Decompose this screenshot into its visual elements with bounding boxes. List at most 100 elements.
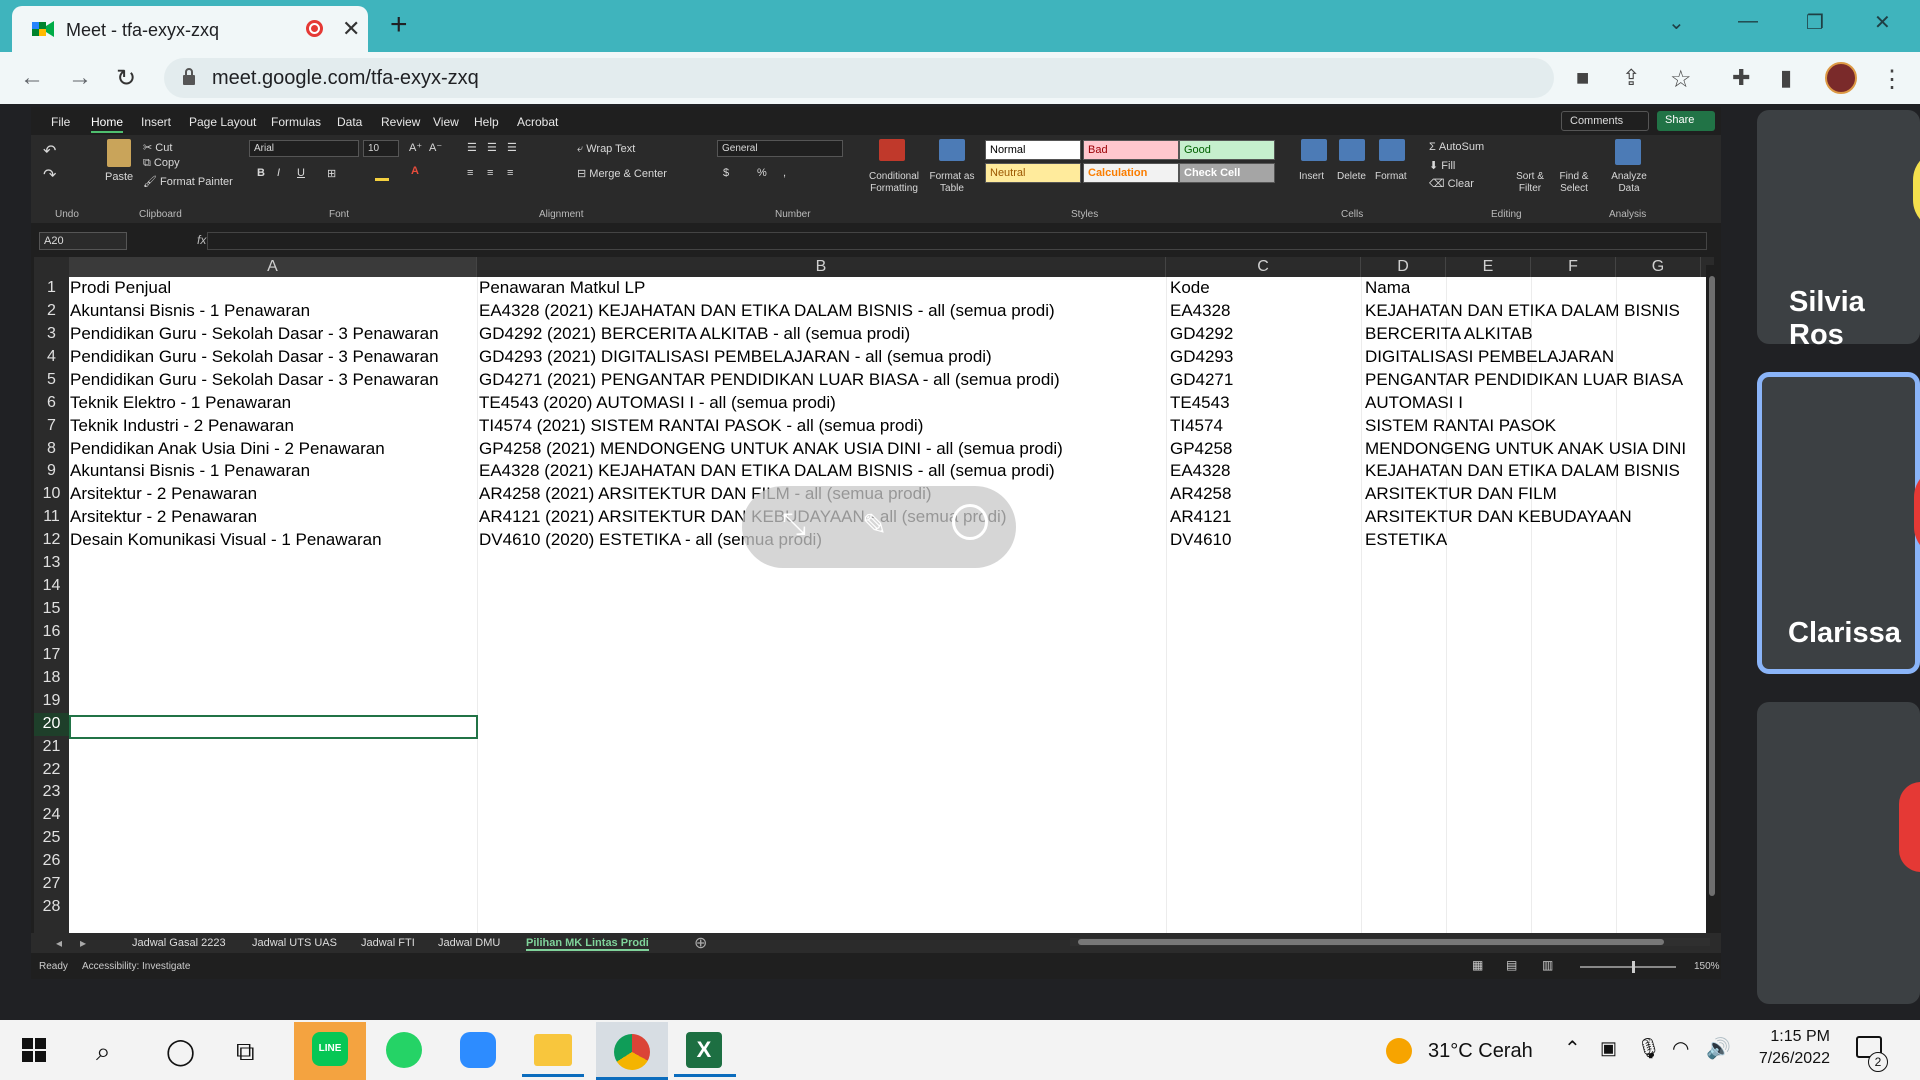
stop-sharing-icon[interactable] xyxy=(952,504,988,540)
extensions-icon[interactable]: ✚ xyxy=(1732,65,1750,91)
sheet-tab-jadwal-uts-uas[interactable]: Jadwal UTS UAS xyxy=(252,937,337,949)
row-header[interactable]: 11 xyxy=(34,506,69,529)
percent-icon[interactable]: % xyxy=(757,167,767,179)
vertical-scrollbar-thumb[interactable] xyxy=(1709,276,1715,896)
accessibility-status[interactable]: Accessibility: Investigate xyxy=(82,961,190,972)
chrome-taskbar-button[interactable] xyxy=(596,1022,668,1080)
decrease-font-icon[interactable]: A⁻ xyxy=(429,141,442,154)
screen-share-overlay[interactable]: ⤡ ✎ xyxy=(742,486,1016,568)
reload-icon[interactable]: ↻ xyxy=(116,64,136,93)
redo-icon[interactable]: ↷ xyxy=(43,165,56,185)
tab-close-icon[interactable]: ✕ xyxy=(342,16,360,42)
menu-home[interactable]: Home xyxy=(91,115,124,133)
column-header-g[interactable]: G xyxy=(1616,257,1701,277)
row-header[interactable]: 9 xyxy=(34,460,69,483)
paste-icon[interactable] xyxy=(107,139,131,167)
table-cell[interactable]: GD4292 (2021) BERCERITA ALKITAB - all (s… xyxy=(479,323,910,346)
row-header[interactable]: 10 xyxy=(34,483,69,506)
table-cell[interactable]: PENGANTAR PENDIDIKAN LUAR BIASA xyxy=(1365,369,1683,392)
zoom-level[interactable]: 150% xyxy=(1694,961,1720,972)
browser-menu-icon[interactable]: ⋮ xyxy=(1880,65,1904,94)
share-button[interactable]: Share xyxy=(1657,111,1715,131)
row-header[interactable]: 26 xyxy=(34,850,69,873)
cortana-icon[interactable]: ◯ xyxy=(166,1036,195,1067)
row-header[interactable]: 2 xyxy=(34,300,69,323)
table-cell[interactable]: GD4293 (2021) DIGITALISASI PEMBELAJARAN … xyxy=(479,346,992,369)
row-header[interactable]: 22 xyxy=(34,759,69,782)
format-cells-button[interactable]: Format xyxy=(1375,171,1407,182)
horizontal-scrollbar-thumb[interactable] xyxy=(1078,939,1664,945)
menu-review[interactable]: Review xyxy=(381,115,420,129)
menu-page-layout[interactable]: Page Layout xyxy=(189,115,256,129)
analyze-data-button[interactable]: Analyze Data xyxy=(1609,171,1649,195)
style-bad[interactable]: Bad xyxy=(1083,140,1179,160)
name-box[interactable]: A20 xyxy=(39,232,127,250)
tab-search-chevron-down-icon[interactable]: ⌄ xyxy=(1668,10,1685,35)
clear-button[interactable]: ⌫ Clear xyxy=(1429,177,1474,190)
line-app-icon[interactable]: LINE xyxy=(294,1022,366,1080)
table-cell[interactable]: AUTOMASI I xyxy=(1365,392,1463,415)
profile-avatar[interactable] xyxy=(1825,62,1857,94)
minimize-button[interactable]: — xyxy=(1738,10,1758,33)
windows-start-icon[interactable] xyxy=(22,1038,46,1062)
volume-icon[interactable]: 🔊 xyxy=(1706,1036,1731,1061)
number-format-dropdown[interactable]: General xyxy=(717,140,843,157)
comma-icon[interactable]: , xyxy=(783,167,786,179)
style-calculation[interactable]: Calculation xyxy=(1083,163,1179,183)
column-header-e[interactable]: E xyxy=(1446,257,1531,277)
borders-icon[interactable]: ⊞ xyxy=(327,167,336,180)
header-cell[interactable]: Kode xyxy=(1170,277,1210,300)
back-arrow-icon[interactable]: ← xyxy=(20,64,44,92)
table-cell[interactable]: Akuntansi Bisnis - 1 Penawaran xyxy=(70,460,310,483)
table-cell[interactable]: MENDONGENG UNTUK ANAK USIA DINI xyxy=(1365,438,1686,461)
format-as-table-button[interactable]: Format as Table xyxy=(927,171,977,195)
align-top-icon[interactable]: ☰ xyxy=(467,141,477,154)
bookmark-star-icon[interactable]: ☆ xyxy=(1670,65,1692,94)
table-cell[interactable]: EA4328 (2021) KEJAHATAN DAN ETIKA DALAM … xyxy=(479,300,1055,323)
row-header[interactable]: 25 xyxy=(34,827,69,850)
row-header[interactable]: 21 xyxy=(34,736,69,759)
table-cell[interactable]: Pendidikan Guru - Sekolah Dasar - 3 Pena… xyxy=(70,323,439,346)
browser-tab-meet[interactable]: Meet - tfa-exyx-zxq ✕ xyxy=(12,6,368,52)
column-header-f[interactable]: F xyxy=(1531,257,1616,277)
align-middle-icon[interactable]: ☰ xyxy=(487,141,497,154)
add-sheet-icon[interactable]: ⊕ xyxy=(694,933,707,953)
table-cell[interactable]: KEJAHATAN DAN ETIKA DALAM BISNIS xyxy=(1365,460,1680,483)
page-break-view-icon[interactable]: ▥ xyxy=(1542,958,1553,972)
undo-icon[interactable]: ↶ xyxy=(43,141,56,161)
participant-tile-third[interactable] xyxy=(1757,702,1920,1004)
table-cell[interactable]: GP4258 (2021) MENDONGENG UNTUK ANAK USIA… xyxy=(479,438,1063,461)
table-cell[interactable]: TI4574 (2021) SISTEM RANTAI PASOK - all … xyxy=(479,415,923,438)
table-cell[interactable]: EA4328 (2021) KEJAHATAN DAN ETIKA DALAM … xyxy=(479,460,1055,483)
search-icon[interactable]: ⌕ xyxy=(96,1036,111,1068)
align-bottom-icon[interactable]: ☰ xyxy=(507,141,517,154)
forward-arrow-icon[interactable]: → xyxy=(68,64,92,92)
normal-view-icon[interactable]: ▦ xyxy=(1472,958,1483,972)
row-header[interactable]: 8 xyxy=(34,438,69,461)
row-header[interactable]: 15 xyxy=(34,598,69,621)
font-name-dropdown[interactable]: Arial xyxy=(249,140,359,157)
meet-now-icon[interactable]: ▣ xyxy=(1600,1038,1617,1059)
weather-text[interactable]: 31°C Cerah xyxy=(1428,1040,1533,1063)
menu-formulas[interactable]: Formulas xyxy=(271,115,321,129)
insert-cells-icon[interactable] xyxy=(1301,139,1327,161)
style-good[interactable]: Good xyxy=(1179,140,1275,160)
conditional-formatting-button[interactable]: Conditional Formatting xyxy=(863,171,925,195)
align-right-icon[interactable]: ≡ xyxy=(507,167,513,179)
menu-view[interactable]: View xyxy=(433,115,459,129)
clock[interactable]: 1:15 PM 7/26/2022 xyxy=(1748,1026,1830,1074)
excel-app-icon[interactable]: X xyxy=(686,1032,722,1068)
header-cell[interactable]: Nama xyxy=(1365,277,1410,300)
column-header-d[interactable]: D xyxy=(1361,257,1446,277)
wrap-text-button[interactable]: ⤶ Wrap Text xyxy=(577,143,635,156)
column-header-b[interactable]: B xyxy=(477,257,1166,277)
row-header[interactable]: 23 xyxy=(34,781,69,804)
format-as-table-icon[interactable] xyxy=(939,139,965,161)
scroll-tabs-left-icon[interactable]: ◂ xyxy=(56,936,62,950)
table-cell[interactable]: GP4258 xyxy=(1170,438,1232,461)
sheet-tab-jadwal-fti[interactable]: Jadwal FTI xyxy=(361,937,415,949)
column-header-c[interactable]: C xyxy=(1166,257,1361,277)
expand-icon[interactable]: ⤡ xyxy=(782,508,806,542)
paste-button[interactable]: Paste xyxy=(105,171,133,183)
table-cell[interactable]: ARSITEKTUR DAN FILM xyxy=(1365,483,1557,506)
